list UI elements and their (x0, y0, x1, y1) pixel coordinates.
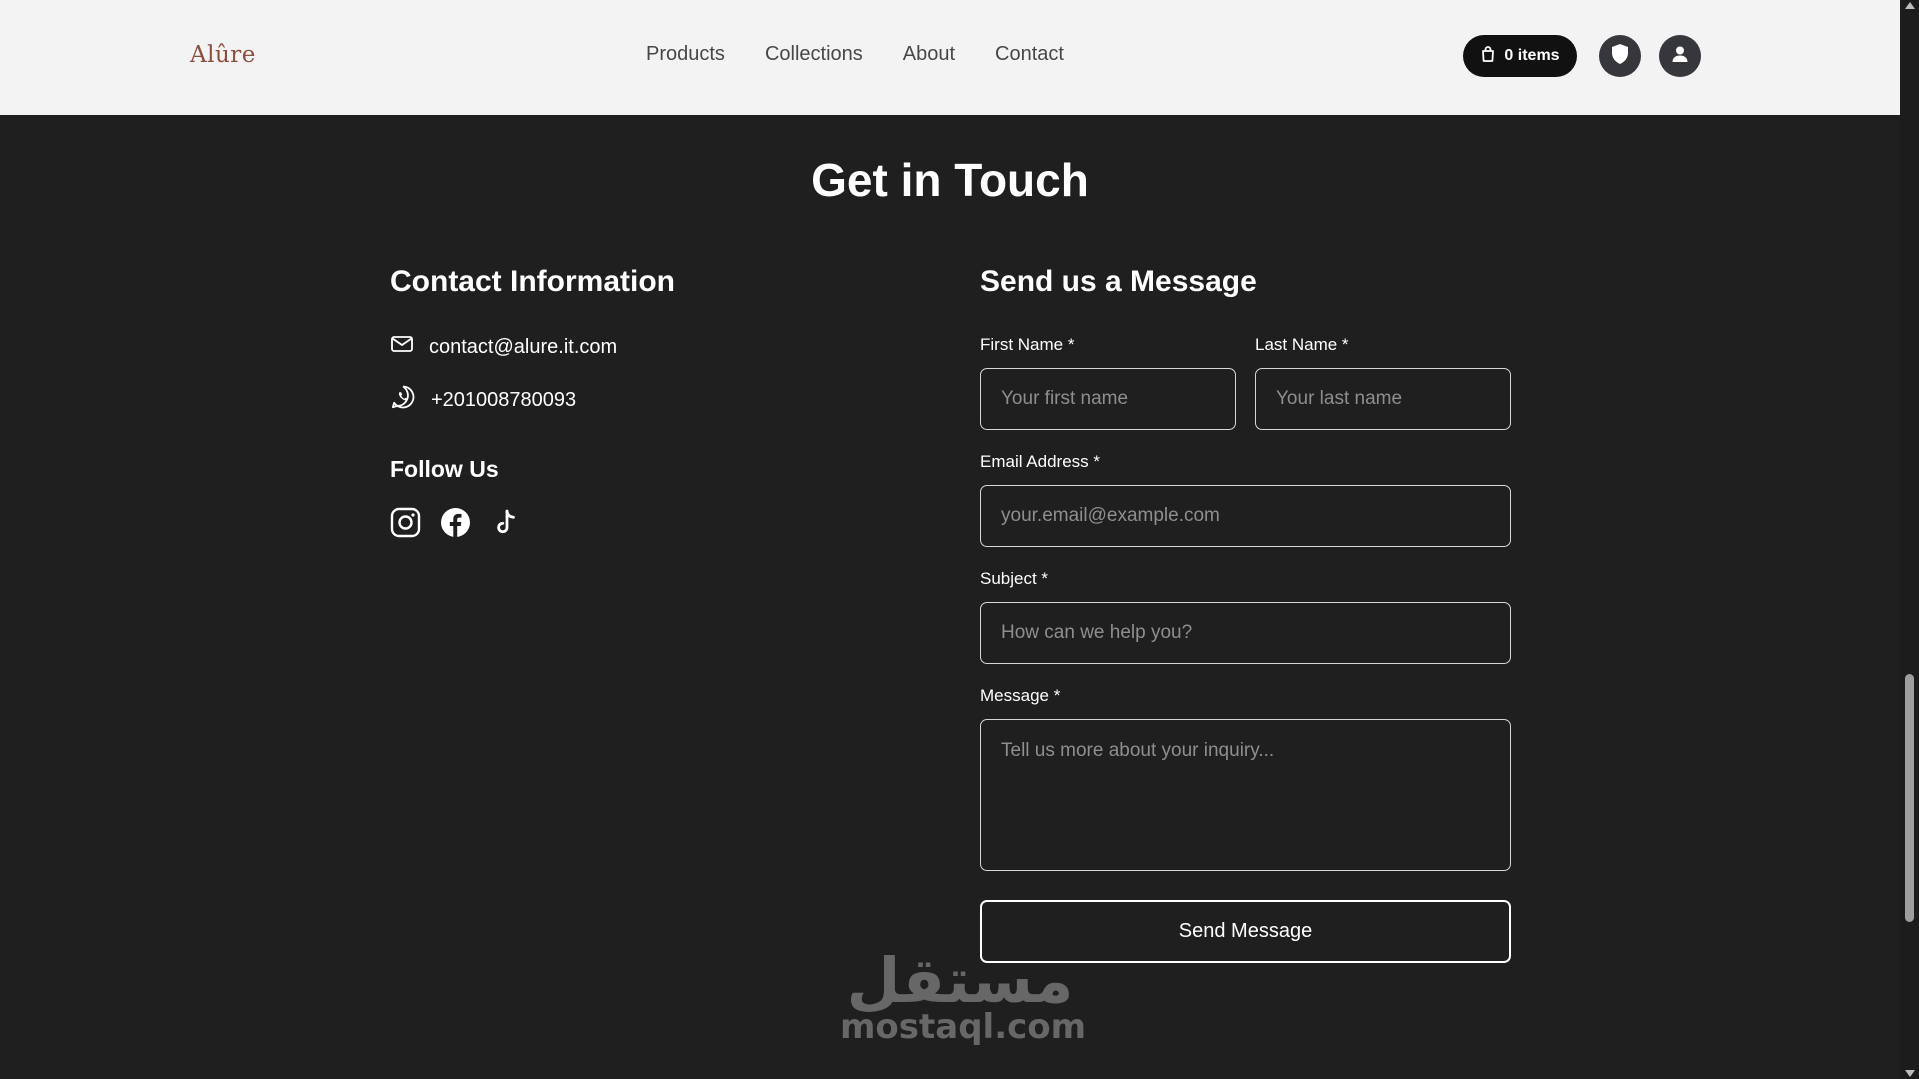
message-field[interactable] (980, 719, 1511, 871)
contact-info-heading: Contact Information (390, 265, 675, 298)
contact-phone-link[interactable]: +201008780093 (431, 389, 576, 412)
social-links (390, 507, 521, 538)
mostaql-watermark: مستقل mostaql.com (840, 945, 1087, 1047)
page-scrollbar[interactable] (1900, 0, 1919, 1079)
account-button[interactable] (1659, 35, 1701, 77)
contact-email-row: contact@alure.it.com (390, 334, 617, 360)
contact-phone-row: +201008780093 (390, 384, 576, 416)
last-name-label: Last Name * (1255, 335, 1349, 354)
scroll-thumb[interactable] (1905, 674, 1914, 922)
main-nav: Products Collections About Contact (646, 43, 1064, 66)
tiktok-icon[interactable] (490, 507, 521, 538)
admin-button[interactable] (1599, 35, 1641, 77)
mail-icon (390, 334, 414, 360)
site-header: Alûre Products Collections About Contact… (0, 0, 1900, 115)
last-name-field[interactable] (1255, 368, 1511, 430)
scroll-up-arrow-icon[interactable] (1905, 2, 1915, 9)
cart-button[interactable]: 0 items (1463, 35, 1577, 77)
brand-logo[interactable]: Alûre (190, 42, 256, 68)
whatsapp-icon (390, 384, 416, 416)
message-form-heading: Send us a Message (980, 265, 1257, 298)
shield-icon (1610, 43, 1630, 70)
nav-about[interactable]: About (903, 43, 955, 66)
contact-email-link[interactable]: contact@alure.it.com (429, 336, 617, 359)
subject-label: Subject * (980, 569, 1049, 588)
nav-collections[interactable]: Collections (765, 43, 863, 66)
instagram-icon[interactable] (390, 507, 421, 538)
first-name-field[interactable] (980, 368, 1236, 430)
page-title: Get in Touch (811, 154, 1089, 206)
nav-products[interactable]: Products (646, 43, 725, 66)
first-name-label: First Name * (980, 335, 1075, 354)
follow-us-heading: Follow Us (390, 456, 499, 482)
watermark-latin-text: mostaql.com (840, 1007, 1087, 1047)
cart-count-label: 0 items (1504, 47, 1560, 64)
facebook-icon[interactable] (440, 507, 471, 538)
shopping-bag-icon (1480, 45, 1496, 68)
email-field[interactable] (980, 485, 1511, 547)
email-label: Email Address * (980, 452, 1100, 471)
nav-contact[interactable]: Contact (995, 43, 1064, 66)
user-icon (1670, 44, 1690, 69)
message-label: Message * (980, 686, 1061, 705)
subject-field[interactable] (980, 602, 1511, 664)
scroll-down-arrow-icon[interactable] (1905, 1070, 1915, 1077)
